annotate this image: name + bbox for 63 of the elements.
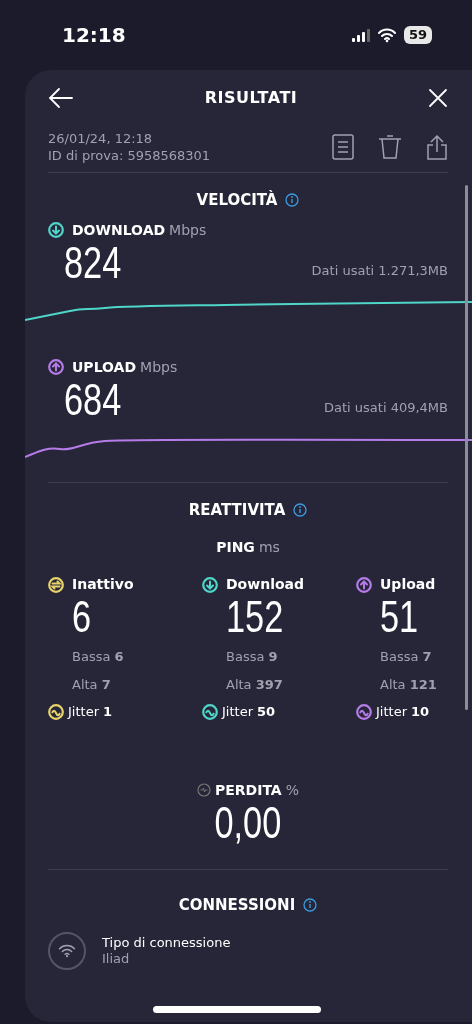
data-used: Dati usati 409,4MB <box>324 399 448 417</box>
screen-title: RISULTATI <box>204 87 298 109</box>
back-arrow-icon[interactable] <box>48 87 74 109</box>
wifi-icon <box>377 27 396 43</box>
speed-value: 824 <box>64 240 122 285</box>
low-value: 9 <box>268 649 278 664</box>
high-value: 121 <box>409 676 437 692</box>
clock-time: 12:18 <box>62 22 126 49</box>
info-icon[interactable] <box>293 502 308 517</box>
jitter-value: 10 <box>411 703 430 721</box>
jitter-label: Jitter <box>376 703 407 721</box>
test-id: ID di prova: 5958568301 <box>48 147 211 164</box>
high-value: 397 <box>255 676 283 692</box>
section-title: VELOCITÀ <box>196 189 278 211</box>
wave-icon <box>356 703 372 720</box>
pulse-icon <box>196 783 211 797</box>
data-used: Dati usati 1.271,3MB <box>311 262 448 280</box>
trash-icon[interactable] <box>378 134 402 160</box>
speed-value: 684 <box>64 377 122 422</box>
close-icon[interactable] <box>428 88 448 108</box>
section-title: CONNESSIONI <box>178 894 296 916</box>
low-value: 6 <box>114 649 124 664</box>
jitter-value: 1 <box>103 703 113 721</box>
low-label: Bassa <box>72 649 111 664</box>
high-label: Alta <box>226 676 252 692</box>
column-label: Upload <box>380 575 436 594</box>
jitter-label: Jitter <box>68 703 99 721</box>
test-date: 26/01/24, 12:18 <box>48 130 154 147</box>
ping-label: PING <box>216 538 255 557</box>
ping-value: 6 <box>72 595 92 639</box>
metric-label: DOWNLOAD <box>72 220 166 240</box>
wave-icon <box>48 703 64 720</box>
scrollbar[interactable] <box>465 185 468 710</box>
connection-label: Tipo di connessione <box>102 935 231 951</box>
unit-label: ms <box>258 538 280 557</box>
unit-label: % <box>285 780 299 800</box>
loss-label: PERDITA <box>214 780 282 800</box>
metric-label: UPLOAD <box>72 357 137 377</box>
share-icon[interactable] <box>426 134 448 160</box>
low-value: 7 <box>422 649 432 664</box>
low-label: Bassa <box>380 649 419 664</box>
column-label: Download <box>226 575 305 594</box>
ping-value: 51 <box>380 595 419 639</box>
ping-value: 152 <box>226 595 284 639</box>
signal-icon <box>351 28 370 42</box>
low-label: Bassa <box>226 649 265 664</box>
section-title: REATTIVITA <box>188 499 286 521</box>
info-icon[interactable] <box>303 897 318 912</box>
loss-value: 0,00 <box>214 800 282 845</box>
high-label: Alta <box>72 676 98 692</box>
unit-label: Mbps <box>169 220 207 240</box>
wave-icon <box>202 703 218 720</box>
battery-level: 59 <box>403 26 432 44</box>
jitter-label: Jitter <box>222 703 253 721</box>
document-icon[interactable] <box>332 134 354 160</box>
wifi-icon <box>48 932 86 970</box>
info-icon[interactable] <box>285 193 300 208</box>
unit-label: Mbps <box>140 357 178 377</box>
column-label: Inattivo <box>72 575 134 594</box>
jitter-value: 50 <box>257 703 276 721</box>
connection-value: Iliad <box>102 951 131 967</box>
high-value: 7 <box>101 676 111 692</box>
high-label: Alta <box>380 676 406 692</box>
